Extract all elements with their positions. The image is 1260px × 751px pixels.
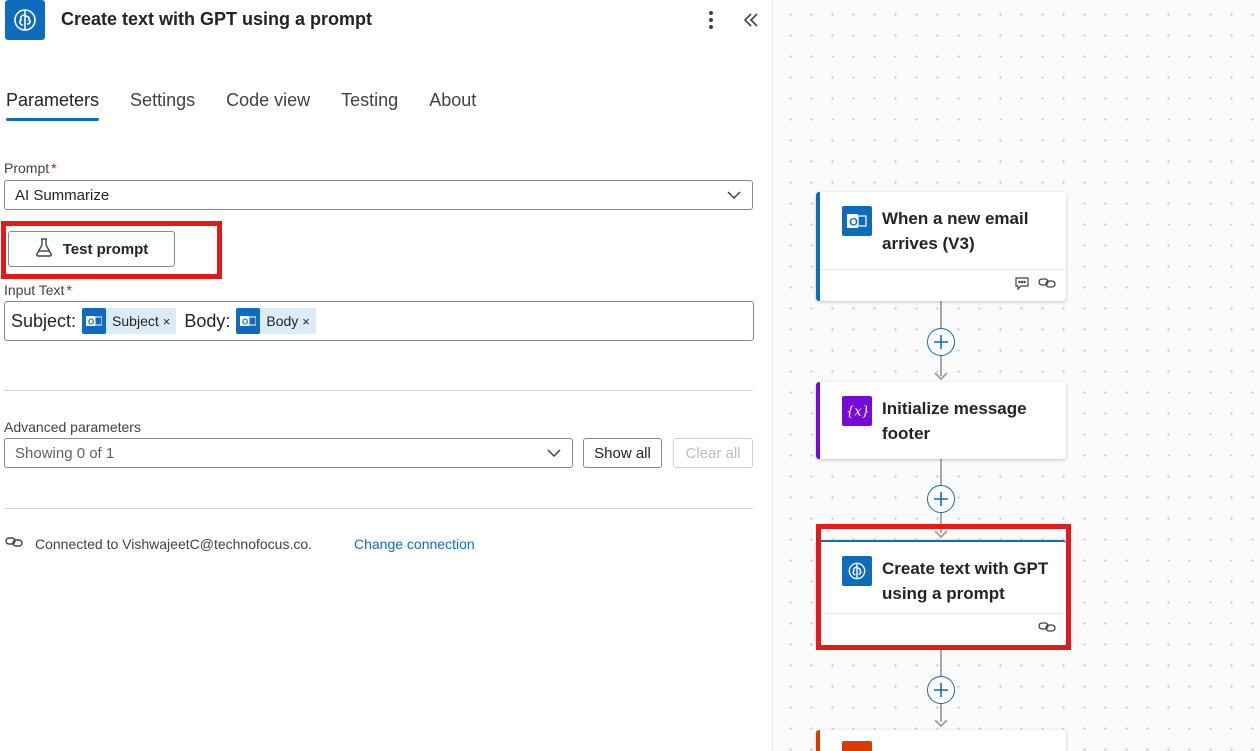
svg-text:O: O — [849, 217, 858, 229]
card-accent-stripe — [816, 382, 820, 459]
divider — [4, 390, 753, 391]
add-step-button[interactable] — [927, 328, 955, 356]
variable-icon: {x} — [842, 396, 872, 426]
tab-parameters[interactable]: Parameters — [6, 86, 100, 121]
remove-token-icon[interactable]: × — [163, 314, 171, 329]
card-footer — [820, 269, 1066, 301]
prompt-dropdown-value: AI Summarize — [15, 186, 110, 204]
remove-token-icon[interactable]: × — [302, 314, 310, 329]
svg-text:{x}: {x} — [846, 405, 868, 420]
link-icon[interactable] — [1038, 276, 1056, 295]
body-token[interactable]: O Body × — [236, 308, 316, 334]
body-token-label: Body — [266, 313, 299, 329]
input-text-label-text: Input Text — [4, 282, 65, 298]
flow-card-create-text-gpt[interactable]: Create text with GPT using a prompt — [816, 540, 1066, 645]
card-accent-stripe — [816, 730, 820, 751]
test-prompt-button[interactable]: Test prompt — [8, 231, 175, 267]
prompt-dropdown[interactable]: AI Summarize — [4, 180, 753, 210]
office-icon — [842, 741, 872, 751]
ai-brain-icon — [5, 0, 45, 40]
advanced-parameters-value: Showing 0 of 1 — [15, 444, 115, 462]
test-prompt-label: Test prompt — [62, 240, 149, 258]
outlook-icon: O — [82, 308, 107, 334]
prompt-label: Prompt * — [4, 160, 57, 176]
clear-all-button[interactable]: Clear all — [673, 438, 753, 468]
tab-testing[interactable]: Testing — [341, 86, 398, 121]
ai-brain-icon — [842, 556, 872, 586]
flow-card-trigger[interactable]: O When a new email arrives (V3) — [816, 192, 1066, 301]
required-mark: * — [51, 160, 57, 176]
chevron-down-icon — [726, 188, 742, 206]
collapse-panel-icon[interactable] — [738, 6, 764, 34]
card-title: Initialize message footer — [882, 399, 1027, 443]
connector-arrow-icon — [934, 530, 948, 538]
input-text-field[interactable]: Subject: O Subject × Body: O Body × — [4, 301, 754, 341]
action-details-panel: Create text with GPT using a prompt Para… — [0, 0, 773, 751]
change-connection-link[interactable]: Change connection — [354, 536, 475, 552]
input-text-label: Input Text * — [4, 282, 72, 298]
divider — [4, 508, 753, 509]
flow-card-next-step[interactable] — [816, 730, 1066, 751]
comment-icon[interactable] — [1014, 276, 1030, 296]
svg-text:O: O — [88, 318, 94, 327]
tab-about[interactable]: About — [429, 86, 476, 121]
prompt-label-text: Prompt — [4, 160, 50, 176]
add-step-button[interactable] — [927, 485, 955, 513]
subject-token[interactable]: O Subject × — [82, 308, 177, 334]
card-title: Create text with GPT using a prompt — [882, 559, 1049, 603]
advanced-parameters-label: Advanced parameters — [4, 419, 141, 435]
show-all-button[interactable]: Show all — [583, 438, 662, 468]
outlook-icon: O — [236, 308, 261, 334]
outlook-icon: O — [842, 206, 872, 236]
link-icon — [5, 535, 23, 552]
svg-text:O: O — [242, 318, 248, 327]
card-footer — [820, 613, 1066, 645]
advanced-parameters-dropdown[interactable]: Showing 0 of 1 — [4, 438, 573, 468]
chevron-down-icon — [546, 446, 562, 464]
subject-token-label: Subject — [112, 313, 159, 329]
subject-prefix: Subject: — [11, 310, 77, 331]
connection-text: Connected to VishwajeetC@technofocus.co. — [35, 535, 313, 552]
connector-arrow-icon — [934, 372, 948, 380]
beaker-icon — [35, 237, 53, 261]
connection-info: Connected to VishwajeetC@technofocus.co. — [5, 535, 312, 552]
tab-code-view[interactable]: Code view — [226, 86, 310, 121]
flow-card-initialize-variable[interactable]: {x} Initialize message footer — [816, 382, 1066, 459]
more-options-icon[interactable] — [700, 6, 722, 34]
panel-title: Create text with GPT using a prompt — [61, 9, 373, 29]
required-mark: * — [66, 282, 72, 298]
connector-arrow-icon — [934, 719, 948, 727]
panel-tabs: Parameters Settings Code view Testing Ab… — [6, 86, 507, 121]
link-icon[interactable] — [1038, 620, 1056, 639]
add-step-button[interactable] — [927, 676, 955, 704]
tab-settings[interactable]: Settings — [130, 86, 195, 121]
card-title: When a new email arrives (V3) — [882, 209, 1029, 253]
body-prefix: Body: — [184, 310, 231, 331]
